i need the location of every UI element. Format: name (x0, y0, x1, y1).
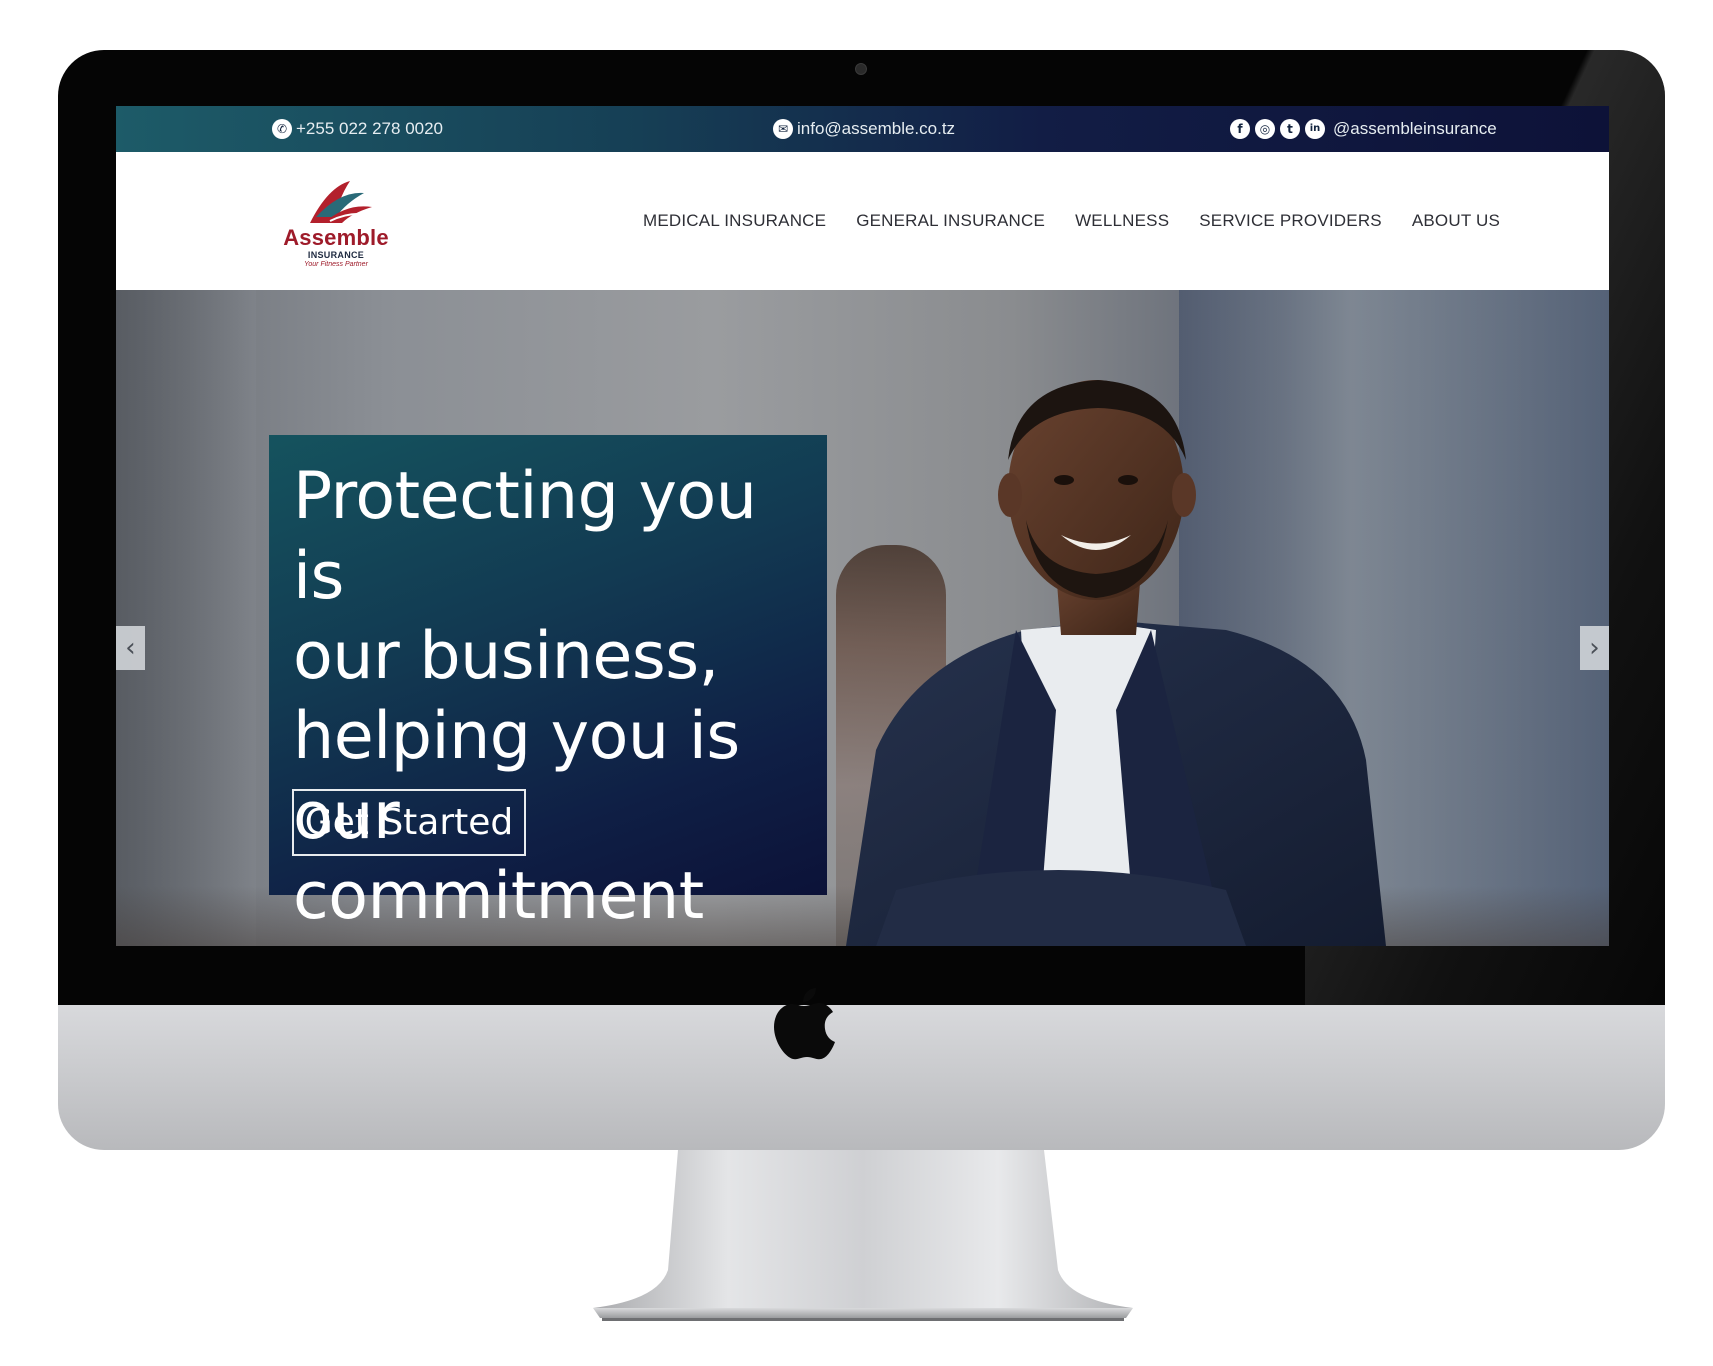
nav-general-insurance[interactable]: GENERAL INSURANCE (856, 211, 1045, 231)
phone-icon: ✆ (272, 119, 292, 139)
nav-service-providers[interactable]: SERVICE PROVIDERS (1199, 211, 1382, 231)
nav-wellness[interactable]: WELLNESS (1075, 211, 1169, 231)
logo-mark-icon (310, 181, 372, 223)
instagram-icon[interactable]: ◎ (1255, 119, 1275, 139)
social-icons: f ◎ t in (1230, 119, 1325, 139)
hero-businessman-image (846, 380, 1386, 946)
hero-headline-line: Protecting you is (293, 459, 757, 614)
hero-headline: Protecting you is our business, helping … (293, 457, 813, 937)
email-icon: ✉ (773, 119, 793, 139)
hero-headline-line: our business, (293, 619, 719, 694)
social-handle[interactable]: @assembleinsurance (1333, 119, 1497, 139)
logo-wordmark: Assemble (283, 225, 389, 250)
monitor-stand (593, 1150, 1133, 1321)
facebook-icon[interactable]: f (1230, 119, 1250, 139)
apple-logo-icon (774, 988, 835, 1060)
main-nav: MEDICAL INSURANCE GENERAL INSURANCE WELL… (643, 152, 1500, 290)
contact-topbar: ✆ +255 022 278 0020 ✉ info@assemble.co.t… (116, 106, 1609, 152)
nav-about-us[interactable]: ABOUT US (1412, 211, 1500, 231)
hero-bg-left (116, 290, 256, 946)
camera-dot (855, 63, 867, 75)
hero-headline-line: commitment (293, 859, 704, 934)
slider-next-arrow-icon[interactable]: › (1580, 626, 1609, 670)
phone-contact[interactable]: ✆ +255 022 278 0020 (272, 106, 443, 152)
assemble-logo[interactable]: Assemble INSURANCE Your Fitness Partner (280, 177, 392, 277)
nav-medical-insurance[interactable]: MEDICAL INSURANCE (643, 211, 826, 231)
email-contact[interactable]: ✉ info@assemble.co.tz (773, 106, 955, 152)
email-address[interactable]: info@assemble.co.tz (797, 119, 955, 139)
linkedin-icon[interactable]: in (1305, 119, 1325, 139)
logo-tagline: Your Fitness Partner (304, 261, 368, 268)
hero-text-panel: Protecting you is our business, helping … (269, 435, 827, 934)
monitor-chin (58, 1005, 1665, 1150)
twitter-icon[interactable]: t (1280, 119, 1300, 139)
logo-subtitle: INSURANCE (307, 250, 365, 260)
get-started-button[interactable]: Get Started (292, 789, 526, 856)
hero-slider: Protecting you is our business, helping … (116, 290, 1609, 946)
phone-number[interactable]: +255 022 278 0020 (296, 119, 443, 139)
slider-prev-arrow-icon[interactable]: ‹ (116, 626, 145, 670)
site-header: Assemble INSURANCE Your Fitness Partner … (116, 152, 1609, 290)
website-screen: ✆ +255 022 278 0020 ✉ info@assemble.co.t… (116, 106, 1609, 946)
social-contact: f ◎ t in @assembleinsurance (1230, 106, 1497, 152)
